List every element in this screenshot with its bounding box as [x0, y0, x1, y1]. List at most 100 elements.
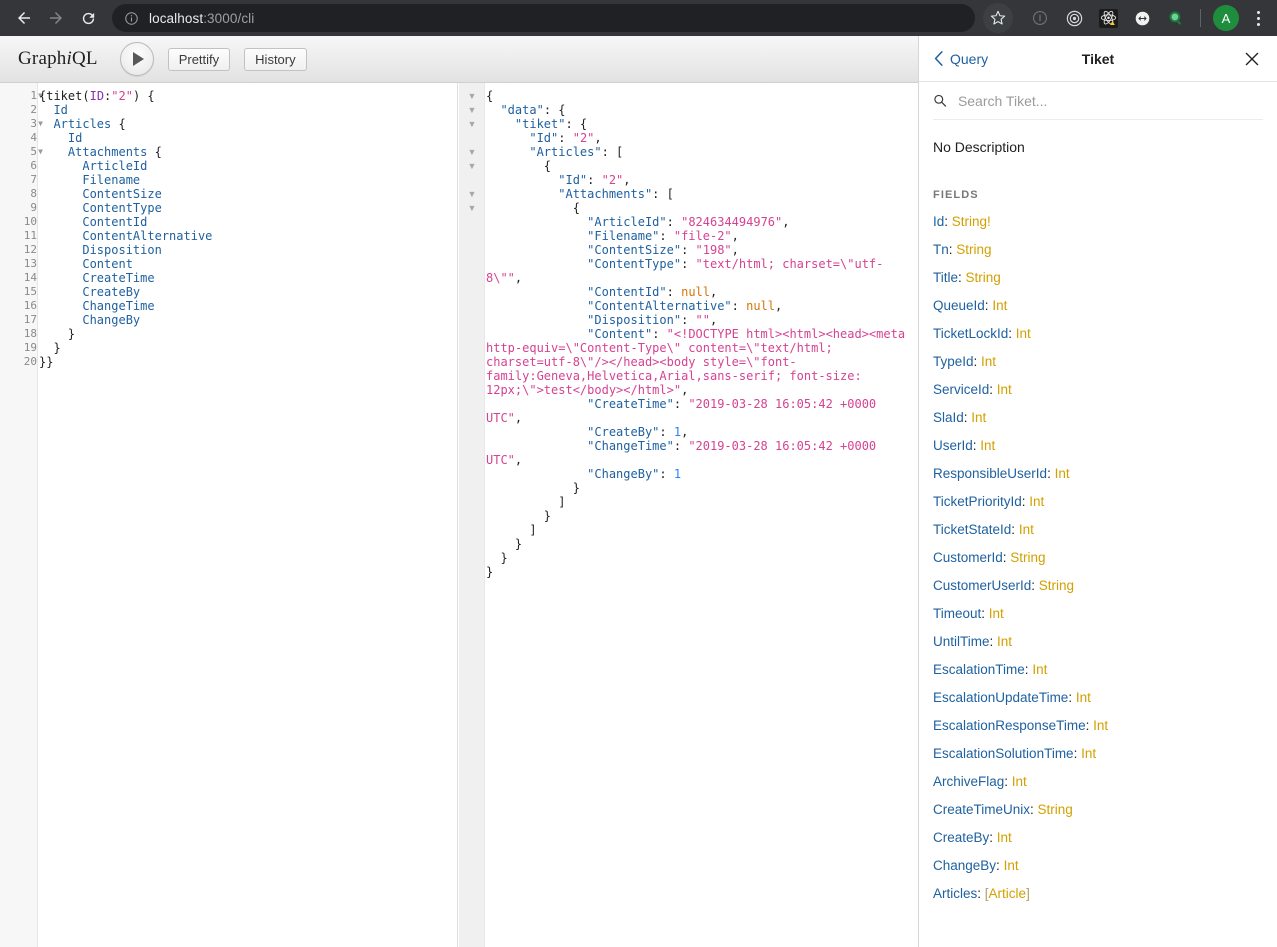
docs-field-row[interactable]: EscalationResponseTime: Int [933, 705, 1263, 733]
docs-field-row[interactable]: ArchiveFlag: Int [933, 761, 1263, 789]
docs-field-name[interactable]: EscalationSolutionTime [933, 746, 1074, 761]
fold-toggle-icon[interactable]: ▼ [466, 201, 478, 215]
docs-field-row[interactable]: CustomerId: String [933, 537, 1263, 565]
extension-react-devtools-button[interactable] [1095, 5, 1121, 31]
docs-field-type[interactable]: Int [997, 634, 1012, 649]
docs-field-row[interactable]: TicketLockId: Int [933, 313, 1263, 341]
docs-field-type[interactable]: Int [971, 410, 986, 425]
docs-field-type[interactable]: String [1039, 578, 1074, 593]
docs-field-name[interactable]: SlaId [933, 410, 964, 425]
docs-field-row[interactable]: TypeId: Int [933, 341, 1263, 369]
docs-field-type[interactable]: Int [1012, 774, 1027, 789]
docs-field-type[interactable]: Int [1055, 466, 1070, 481]
docs-field-row[interactable]: ServiceId: Int [933, 369, 1263, 397]
fold-toggle-icon[interactable]: ▼ [466, 159, 478, 173]
docs-field-type[interactable]: Int [1081, 746, 1096, 761]
fold-toggle-icon[interactable]: ▼ [466, 103, 478, 117]
docs-field-row[interactable]: TicketStateId: Int [933, 509, 1263, 537]
docs-field-type[interactable]: Int [997, 382, 1012, 397]
docs-field-row[interactable]: UntilTime: Int [933, 621, 1263, 649]
docs-field-name[interactable]: QueueId [933, 298, 985, 313]
docs-field-type[interactable]: String! [952, 214, 991, 229]
fold-toggle-icon[interactable]: ▼ [466, 89, 478, 103]
docs-field-name[interactable]: Timeout [933, 606, 981, 621]
docs-search-row[interactable] [933, 82, 1263, 120]
profile-avatar[interactable]: A [1213, 5, 1239, 31]
browser-menu-button[interactable] [1247, 10, 1269, 26]
address-bar[interactable]: localhost:3000/cli [112, 4, 975, 32]
docs-field-name[interactable]: ServiceId [933, 382, 989, 397]
docs-field-row[interactable]: CustomerUserId: String [933, 565, 1263, 593]
docs-field-name[interactable]: ArchiveFlag [933, 774, 1004, 789]
docs-field-name[interactable]: UntilTime [933, 634, 990, 649]
docs-field-type[interactable]: String [966, 270, 1001, 285]
docs-field-row[interactable]: EscalationUpdateTime: Int [933, 677, 1263, 705]
docs-field-row[interactable]: Articles: [Article] [933, 873, 1263, 901]
extension-target-button[interactable] [1061, 5, 1087, 31]
result-viewer-pane[interactable]: ▼ ▼ ▼ ▼ ▼ ▼ ▼ { "data": { "tiket": { "Id": "2"… [459, 83, 918, 947]
docs-field-type[interactable]: String [1010, 550, 1045, 565]
docs-field-type[interactable]: Int [980, 438, 995, 453]
docs-field-name[interactable]: Articles [933, 886, 977, 901]
fold-toggle-icon[interactable]: ▼ [466, 187, 478, 201]
docs-field-name[interactable]: Title [933, 270, 958, 285]
docs-field-row[interactable]: ResponsibleUserId: Int [933, 453, 1263, 481]
docs-field-row[interactable]: Id: String! [933, 201, 1263, 229]
docs-field-row[interactable]: Timeout: Int [933, 593, 1263, 621]
bookmark-star-button[interactable] [983, 3, 1013, 33]
docs-field-name[interactable]: Id [933, 214, 944, 229]
docs-back-button[interactable]: Query [933, 51, 988, 67]
docs-field-type[interactable]: Int [997, 830, 1012, 845]
docs-field-name[interactable]: UserId [933, 438, 973, 453]
execute-query-button[interactable] [119, 42, 154, 76]
docs-field-name[interactable]: CreateBy [933, 830, 989, 845]
docs-field-type[interactable]: Int [989, 606, 1004, 621]
forward-button[interactable] [42, 4, 70, 32]
docs-field-type[interactable]: Int [1076, 690, 1091, 705]
prettify-button[interactable]: Prettify [167, 47, 231, 71]
query-editor-code[interactable]: {tiket(ID:"2") { Id Articles { Id Attach… [39, 83, 457, 947]
docs-field-name[interactable]: TicketPriorityId [933, 494, 1022, 509]
query-editor-pane[interactable]: 1 ▼ 2 3 ▼ 4 5 ▼ 6 7 8 9 10 11 12 13 14 15 16 17 18 19 20 {tike… [0, 83, 458, 947]
docs-field-name[interactable]: Tn [933, 242, 949, 257]
docs-search-input[interactable] [955, 91, 1263, 110]
docs-field-name[interactable]: EscalationUpdateTime [933, 690, 1068, 705]
docs-field-row[interactable]: CreateBy: Int [933, 817, 1263, 845]
docs-field-type[interactable]: Int [1019, 522, 1034, 537]
docs-field-type[interactable]: [Article] [985, 886, 1030, 901]
back-button[interactable] [10, 4, 38, 32]
info-circle-icon[interactable] [124, 11, 139, 26]
docs-close-button[interactable] [1241, 48, 1263, 70]
docs-field-name[interactable]: EscalationTime [933, 662, 1025, 677]
docs-field-row[interactable]: QueueId: Int [933, 285, 1263, 313]
fold-toggle-icon[interactable]: ▼ [466, 117, 478, 131]
docs-field-name[interactable]: CustomerUserId [933, 578, 1031, 593]
fold-toggle-icon[interactable]: ▼ [466, 145, 478, 159]
docs-field-type[interactable]: Int [981, 354, 996, 369]
docs-field-row[interactable]: SlaId: Int [933, 397, 1263, 425]
reload-button[interactable] [74, 4, 102, 32]
docs-field-name[interactable]: CustomerId [933, 550, 1003, 565]
docs-field-row[interactable]: CreateTimeUnix: String [933, 789, 1263, 817]
extension-green-search-button[interactable] [1163, 5, 1189, 31]
docs-field-name[interactable]: CreateTimeUnix [933, 802, 1030, 817]
docs-field-row[interactable]: TicketPriorityId: Int [933, 481, 1263, 509]
docs-field-name[interactable]: EscalationResponseTime [933, 718, 1086, 733]
docs-field-row[interactable]: EscalationTime: Int [933, 649, 1263, 677]
extension-info-button[interactable] [1027, 5, 1053, 31]
docs-field-name[interactable]: TicketLockId [933, 326, 1008, 341]
docs-field-type[interactable]: Int [1093, 718, 1108, 733]
docs-field-type[interactable]: String [1038, 802, 1073, 817]
docs-field-type[interactable]: Int [1016, 326, 1031, 341]
docs-field-type[interactable]: Int [992, 298, 1007, 313]
docs-field-row[interactable]: Title: String [933, 257, 1263, 285]
docs-field-row[interactable]: ChangeBy: Int [933, 845, 1263, 873]
docs-field-row[interactable]: UserId: Int [933, 425, 1263, 453]
docs-field-name[interactable]: TicketStateId [933, 522, 1011, 537]
docs-field-type[interactable]: String [956, 242, 991, 257]
extension-resize-button[interactable] [1129, 5, 1155, 31]
docs-field-name[interactable]: ChangeBy [933, 858, 996, 873]
docs-field-type[interactable]: Int [1032, 662, 1047, 677]
docs-field-name[interactable]: TypeId [933, 354, 974, 369]
docs-field-type[interactable]: Int [1004, 858, 1019, 873]
